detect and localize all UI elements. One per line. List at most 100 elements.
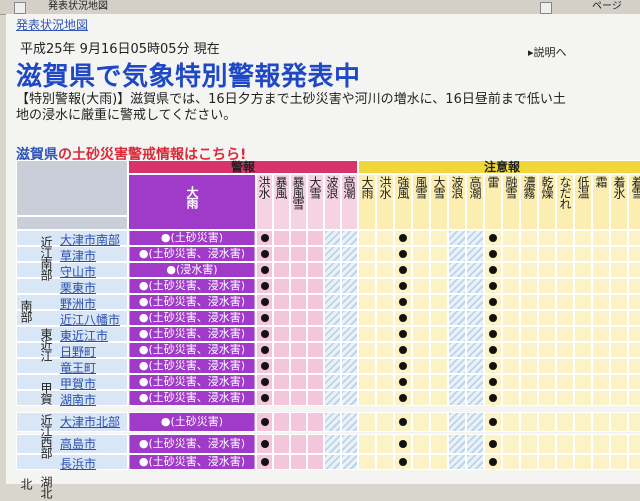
advisory-cell — [358, 390, 376, 406]
issued-dot — [399, 234, 407, 242]
issued-dot — [261, 440, 269, 448]
warning-cell — [307, 434, 324, 454]
advisory-cell — [466, 412, 484, 432]
toolbar-item[interactable]: 発表状況地図 — [48, 0, 108, 14]
advisory-cell — [466, 326, 484, 342]
advisory-cell — [556, 374, 574, 390]
advisory-col-label: 融雪 — [504, 176, 518, 198]
advisory-cell — [448, 326, 466, 342]
ooame-status: ●(土砂災害、浸水害) — [130, 359, 254, 373]
advisory-cell — [466, 230, 484, 246]
breadcrumb[interactable]: 発表状況地図 — [16, 16, 88, 33]
warning-cell — [290, 326, 307, 342]
ooame-status: ●(土砂災害、浸水害) — [130, 375, 254, 389]
warning-cell — [273, 310, 290, 326]
advisory-cell — [556, 230, 574, 246]
advisory-col-label: 着雪 — [630, 176, 640, 198]
advisory-cell — [448, 454, 466, 470]
warning-cell — [307, 294, 324, 310]
warning-col-label: 大雪 — [308, 176, 322, 198]
advisory-cell — [358, 262, 376, 278]
issued-dot — [399, 394, 407, 402]
advisory-cell — [610, 326, 628, 342]
warning-cell — [341, 246, 358, 262]
advisory-cell — [358, 434, 376, 454]
advisory-cell — [610, 434, 628, 454]
issued-dot — [489, 440, 497, 448]
advisory-col-label: 強風 — [396, 176, 410, 198]
advisory-cell — [466, 246, 484, 262]
issued-dot — [399, 378, 407, 386]
advisory-cell — [502, 342, 520, 358]
advisory-cell — [538, 358, 556, 374]
issued-dot — [261, 346, 269, 354]
issued-dot — [489, 330, 497, 338]
window-icon[interactable] — [540, 2, 552, 14]
issued-dot — [489, 418, 497, 426]
advisory-cell — [502, 326, 520, 342]
advisory-col-label: 霜 — [594, 176, 608, 187]
advisory-cell — [556, 358, 574, 374]
warning-col-label: 高潮 — [342, 176, 356, 198]
back-icon[interactable] — [14, 2, 26, 14]
advisory-cell — [556, 294, 574, 310]
advisory-cell — [610, 374, 628, 390]
warning-cell — [273, 342, 290, 358]
advisory-cell — [448, 246, 466, 262]
advisory-cell — [376, 358, 394, 374]
warning-cell — [324, 412, 341, 432]
warning-cell — [307, 412, 324, 432]
warning-cell — [324, 342, 341, 358]
advisory-cell — [574, 358, 592, 374]
issued-dot — [399, 266, 407, 274]
warning-cell — [307, 326, 324, 342]
advisory-cell — [502, 310, 520, 326]
warning-cell — [273, 262, 290, 278]
advisory-cell — [538, 434, 556, 454]
advisory-cell — [448, 230, 466, 246]
issued-dot — [489, 394, 497, 402]
advisory-cell — [430, 278, 448, 294]
warning-cell — [273, 358, 290, 374]
warning-cell — [341, 374, 358, 390]
explain-link[interactable]: ▸説明へ — [528, 44, 567, 60]
warning-cell — [290, 246, 307, 262]
advisory-cell — [358, 358, 376, 374]
warning-cell — [341, 358, 358, 374]
issued-dot — [489, 282, 497, 290]
warning-cell — [341, 342, 358, 358]
explain-label[interactable]: 説明へ — [534, 46, 567, 59]
advisory-cell — [448, 434, 466, 454]
advisory-cell — [592, 310, 610, 326]
ooame-status: ●(土砂災害、浸水害) — [130, 247, 254, 261]
advisory-cell — [574, 412, 592, 432]
advisory-cell — [520, 374, 538, 390]
advisory-cell — [592, 374, 610, 390]
advisory-cell — [520, 262, 538, 278]
advisory-cell — [520, 278, 538, 294]
warning-cell — [307, 358, 324, 374]
advisory-cell — [610, 310, 628, 326]
advisory-cell — [412, 390, 430, 406]
advisory-cell — [502, 294, 520, 310]
toolbar-page-menu[interactable]: ページ — [592, 0, 622, 14]
warning-cell — [273, 374, 290, 390]
advisory-cell — [466, 390, 484, 406]
warning-cell — [341, 326, 358, 342]
issued-dot — [261, 418, 269, 426]
advisory-cell — [628, 326, 640, 342]
advisory-cell — [376, 342, 394, 358]
advisory-cell — [574, 294, 592, 310]
warning-col-label: 波浪 — [325, 176, 339, 198]
issued-dot — [399, 250, 407, 258]
warning-cell — [273, 326, 290, 342]
warning-cell — [290, 262, 307, 278]
city-link[interactable]: 湖南市 — [60, 391, 96, 408]
advisory-cell — [556, 342, 574, 358]
warning-cell — [341, 310, 358, 326]
advisory-cell — [430, 454, 448, 470]
issued-dot — [261, 394, 269, 402]
advisory-cell — [430, 230, 448, 246]
region-nanbu: 南部 — [19, 300, 33, 322]
advisory-cell — [556, 310, 574, 326]
